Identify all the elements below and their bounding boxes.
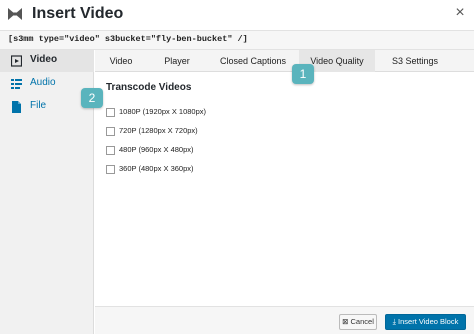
sidebar-item-video[interactable]: Video	[0, 50, 94, 72]
tab-video[interactable]: Video	[95, 50, 147, 72]
close-button[interactable]: ×	[452, 3, 468, 23]
sidebar-item-audio[interactable]: Audio	[0, 73, 94, 95]
shortcode-text[interactable]: [s3mm type="video" s3bucket="fly-ben-buc…	[8, 34, 248, 44]
shortcode-bar: [s3mm type="video" s3bucket="fly-ben-buc…	[0, 30, 474, 50]
sidebar: Video Audio File	[0, 50, 94, 334]
option-label: 720P (1280px X 720px)	[119, 126, 198, 135]
option-label: 480P (960px X 480px)	[119, 145, 194, 154]
sidebar-item-label: File	[30, 100, 47, 111]
title-bar: Insert Video ×	[0, 0, 474, 30]
video-icon	[11, 55, 22, 67]
cancel-label: Cancel	[350, 317, 374, 326]
sidebar-item-file[interactable]: File	[0, 96, 94, 118]
sidebar-item-label: Audio	[30, 77, 56, 88]
insert-video-block-button[interactable]: ⤓ Insert Video Block	[385, 314, 466, 330]
checkbox[interactable]	[106, 165, 115, 174]
cancel-icon: ⊠	[342, 317, 349, 326]
checkbox[interactable]	[106, 146, 115, 155]
section-title: Transcode Videos	[106, 82, 192, 93]
file-icon	[12, 101, 21, 113]
cancel-button[interactable]: ⊠ Cancel	[339, 314, 377, 330]
annotation-badge-1: 1	[292, 64, 314, 84]
download-icon: ⤓	[392, 317, 396, 326]
tab-closed-captions[interactable]: Closed Captions	[207, 50, 299, 72]
tab-bar: Video Player Closed Captions Video Quali…	[95, 50, 474, 72]
dialog-title: Insert Video	[32, 5, 124, 22]
option-label: 1080P (1920px X 1080px)	[119, 107, 207, 116]
annotation-badge-2: 2	[81, 88, 103, 108]
insert-label: Insert Video Block	[398, 317, 459, 326]
option-label: 360P (480px X 360px)	[119, 164, 194, 173]
tab-s3-settings[interactable]: S3 Settings	[375, 50, 455, 72]
sidebar-item-label: Video	[30, 54, 58, 65]
checkbox[interactable]	[106, 108, 115, 117]
dialog-footer: ⊠ Cancel ⤓ Insert Video Block	[95, 306, 474, 334]
checkbox[interactable]	[106, 127, 115, 136]
bowtie-logo-icon	[8, 8, 22, 20]
audio-icon	[11, 79, 22, 89]
tab-player[interactable]: Player	[147, 50, 207, 72]
